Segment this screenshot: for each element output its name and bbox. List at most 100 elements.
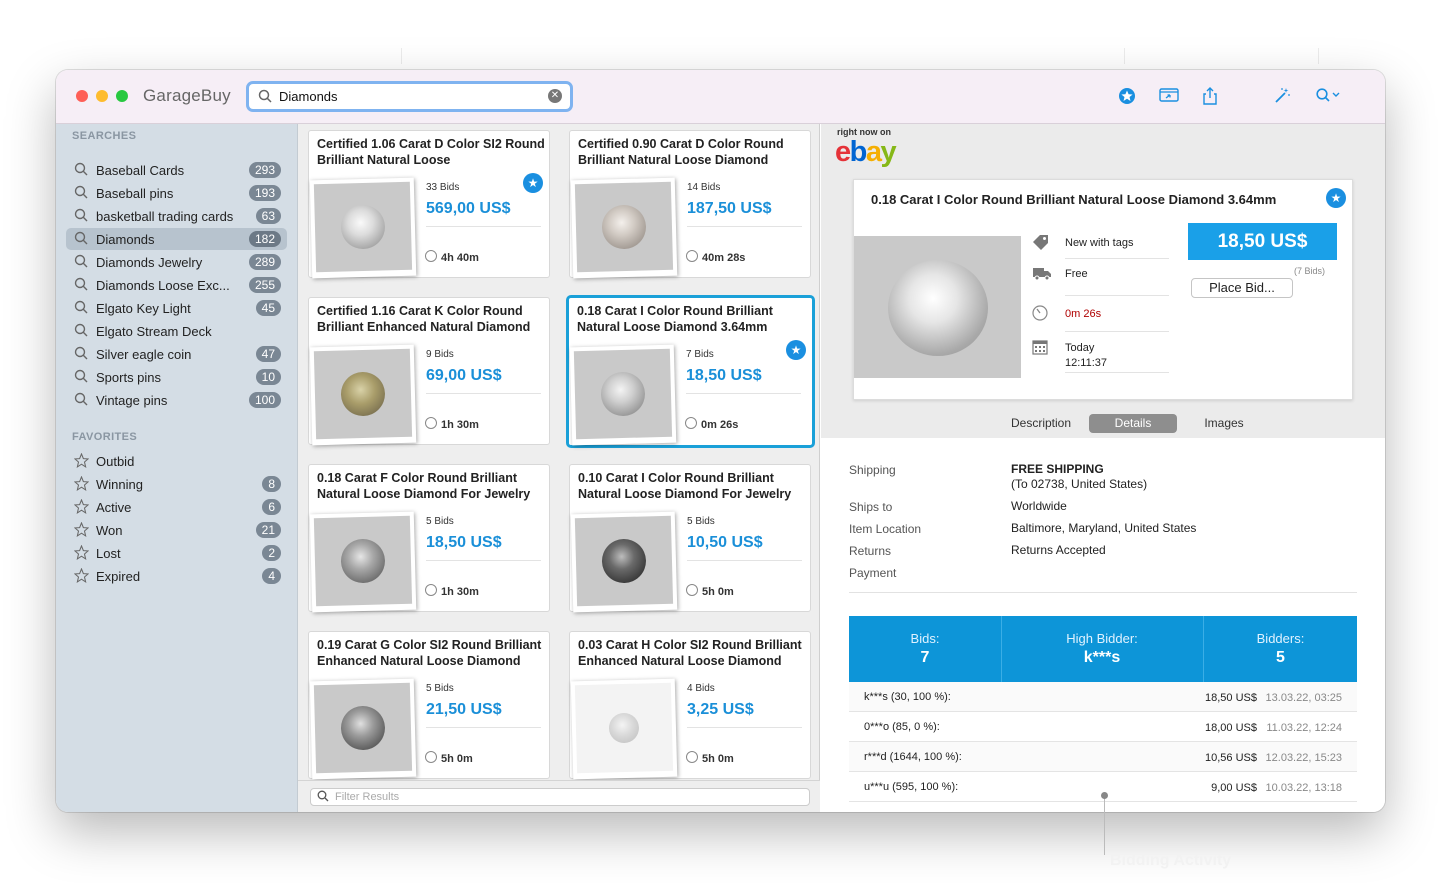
tab-images[interactable]: Images bbox=[1185, 414, 1263, 433]
listing-card[interactable]: 0.18 Carat F Color Round Brilliant Natur… bbox=[308, 464, 550, 613]
sidebar-item-label: Vintage pins bbox=[96, 393, 168, 408]
titlebar: GarageBuy Diamonds ✕ bbox=[56, 70, 1385, 124]
sidebar-search-item[interactable]: Elgato Key Light 45 bbox=[66, 297, 287, 319]
high-bidder-summary: High Bidder: k***s bbox=[1002, 616, 1202, 682]
sidebar-search-item[interactable]: Diamonds Jewelry 289 bbox=[66, 251, 287, 273]
bidders-value: 5 bbox=[1276, 649, 1285, 666]
search-input[interactable]: Diamonds bbox=[279, 89, 338, 104]
count-badge: 2 bbox=[262, 545, 281, 561]
sidebar-favorite-item[interactable]: Lost 2 bbox=[66, 542, 287, 564]
filter-input[interactable]: Filter Results bbox=[335, 791, 399, 803]
clear-search-icon[interactable]: ✕ bbox=[548, 89, 562, 103]
bidders-label: Bidders: bbox=[1256, 631, 1305, 646]
sidebar-favorite-item[interactable]: Expired 4 bbox=[66, 565, 287, 587]
listing-card[interactable]: Certified 0.90 Carat D Color Round Brill… bbox=[569, 130, 811, 279]
tab-description[interactable]: Description bbox=[1001, 414, 1081, 433]
listing-card[interactable]: 0.10 Carat I Color Round Brilliant Natur… bbox=[569, 464, 811, 613]
sidebar-item-label: Sports pins bbox=[96, 370, 162, 385]
clock-icon bbox=[425, 584, 437, 596]
close-window-button[interactable] bbox=[76, 90, 88, 102]
zoom-window-button[interactable] bbox=[116, 90, 128, 102]
sidebar-item-label: Outbid bbox=[96, 454, 135, 469]
search-icon bbox=[74, 369, 88, 386]
listing-card[interactable]: Certified 1.16 Carat K Color Round Brill… bbox=[308, 297, 550, 446]
ebay-logo: ebay bbox=[835, 136, 897, 168]
filter-field[interactable]: Filter Results bbox=[310, 788, 810, 806]
clock-icon bbox=[686, 250, 698, 262]
listing-bids: 7 Bids bbox=[686, 349, 714, 360]
minimize-window-button[interactable] bbox=[96, 90, 108, 102]
listing-card[interactable]: 0.18 Carat I Color Round Brilliant Natur… bbox=[566, 295, 815, 448]
search-field[interactable]: Diamonds ✕ bbox=[246, 81, 573, 112]
search-icon bbox=[74, 162, 88, 179]
favorite-star-icon[interactable] bbox=[1116, 87, 1138, 107]
app-title: GarageBuy bbox=[143, 86, 231, 105]
bids-summary: Bids: 7 bbox=[849, 616, 1001, 682]
sidebar-search-item[interactable]: Elgato Stream Deck bbox=[66, 320, 287, 342]
listing-time-left: 5h 0m bbox=[702, 586, 734, 598]
sidebar-item-label: Elgato Key Light bbox=[96, 301, 191, 316]
info-label-payment: Payment bbox=[849, 566, 897, 580]
listing-price: 3,25 US$ bbox=[687, 701, 754, 718]
magic-wand-icon[interactable] bbox=[1271, 87, 1293, 107]
listing-title: 0.10 Carat I Color Round Brilliant Natur… bbox=[578, 471, 792, 501]
favorite-star-icon[interactable]: ★ bbox=[786, 340, 806, 360]
count-badge: 8 bbox=[262, 476, 281, 492]
diamond-image bbox=[340, 705, 386, 751]
bid-history-row: k***s (30, 100 %): 18,50 US$ 13.03.22, 03:… bbox=[849, 682, 1357, 712]
sidebar-item-label: Diamonds Jewelry bbox=[96, 255, 203, 270]
sidebar-favorite-item[interactable]: Won 21 bbox=[66, 519, 287, 541]
listing-price: 187,50 US$ bbox=[687, 200, 772, 217]
sidebar-favorite-item[interactable]: Winning 8 bbox=[66, 473, 287, 495]
sidebar-favorite-item[interactable]: Outbid bbox=[66, 450, 287, 472]
clock-icon bbox=[1032, 305, 1048, 325]
favorite-star-icon[interactable]: ★ bbox=[523, 173, 543, 193]
sidebar-search-item[interactable]: Silver eagle coin 47 bbox=[66, 343, 287, 365]
sidebar-search-item[interactable]: Diamonds Loose Exc... 255 bbox=[66, 274, 287, 296]
sidebar-search-item[interactable]: Sports pins 10 bbox=[66, 366, 287, 388]
clock-icon bbox=[425, 250, 437, 262]
sidebar-search-item[interactable]: Baseball pins 193 bbox=[66, 182, 287, 204]
info-label-ships-to: Ships to bbox=[849, 500, 893, 514]
listing-card[interactable]: 0.03 Carat H Color SI2 Round Brilliant E… bbox=[569, 631, 811, 780]
count-badge: 4 bbox=[262, 568, 281, 584]
clock-icon bbox=[686, 751, 698, 763]
listing-price: 10,50 US$ bbox=[687, 534, 763, 551]
star-outline-icon bbox=[73, 521, 90, 540]
sidebar-search-item[interactable]: basketball trading cards 63 bbox=[66, 205, 287, 227]
tag-icon bbox=[1032, 234, 1050, 254]
count-badge: 193 bbox=[248, 185, 281, 201]
count-badge: 293 bbox=[248, 162, 281, 178]
sidebar-search-item[interactable]: Vintage pins 100 bbox=[66, 389, 287, 411]
info-value-location: Baltimore, Maryland, United States bbox=[1011, 521, 1197, 535]
count-badge: 45 bbox=[255, 300, 281, 316]
item-title: 0.18 Carat I Color Round Brilliant Natur… bbox=[871, 192, 1277, 207]
listing-card[interactable]: Certified 1.06 Carat D Color SI2 Round B… bbox=[308, 130, 550, 279]
favorite-star-icon[interactable]: ★ bbox=[1326, 188, 1346, 208]
open-in-browser-icon[interactable] bbox=[1158, 87, 1180, 107]
tab-details[interactable]: Details bbox=[1089, 414, 1177, 433]
listing-price: 18,50 US$ bbox=[426, 534, 502, 551]
info-value-shipping-dest: (To 02738, United States) bbox=[1011, 477, 1148, 491]
item-photo[interactable] bbox=[854, 236, 1021, 378]
sidebar-search-item[interactable]: Baseball Cards 293 bbox=[66, 159, 287, 181]
info-label-returns: Returns bbox=[849, 544, 892, 558]
share-icon[interactable] bbox=[1199, 87, 1221, 107]
listing-time-left: 0m 26s bbox=[701, 419, 739, 431]
sidebar-search-item[interactable]: Diamonds 182 bbox=[66, 228, 287, 250]
callout-line bbox=[1104, 795, 1105, 855]
listing-photo bbox=[570, 678, 678, 780]
end-time: 12:11:37 bbox=[1065, 357, 1108, 369]
calendar-icon bbox=[1032, 339, 1048, 359]
truck-icon bbox=[1032, 265, 1052, 285]
search-options-icon[interactable] bbox=[1314, 87, 1342, 107]
listing-title: Certified 0.90 Carat D Color Round Brill… bbox=[578, 137, 784, 167]
sidebar-favorite-item[interactable]: Active 6 bbox=[66, 496, 287, 518]
clock-icon bbox=[685, 417, 697, 429]
place-bid-button[interactable]: Place Bid... bbox=[1191, 278, 1293, 298]
listing-photo bbox=[570, 511, 678, 613]
listing-bids: 5 Bids bbox=[426, 683, 454, 694]
listing-time-left: 1h 30m bbox=[441, 419, 479, 431]
favorites-header: FAVORITES bbox=[72, 431, 138, 443]
listing-card[interactable]: 0.19 Carat G Color SI2 Round Brilliant E… bbox=[308, 631, 550, 780]
